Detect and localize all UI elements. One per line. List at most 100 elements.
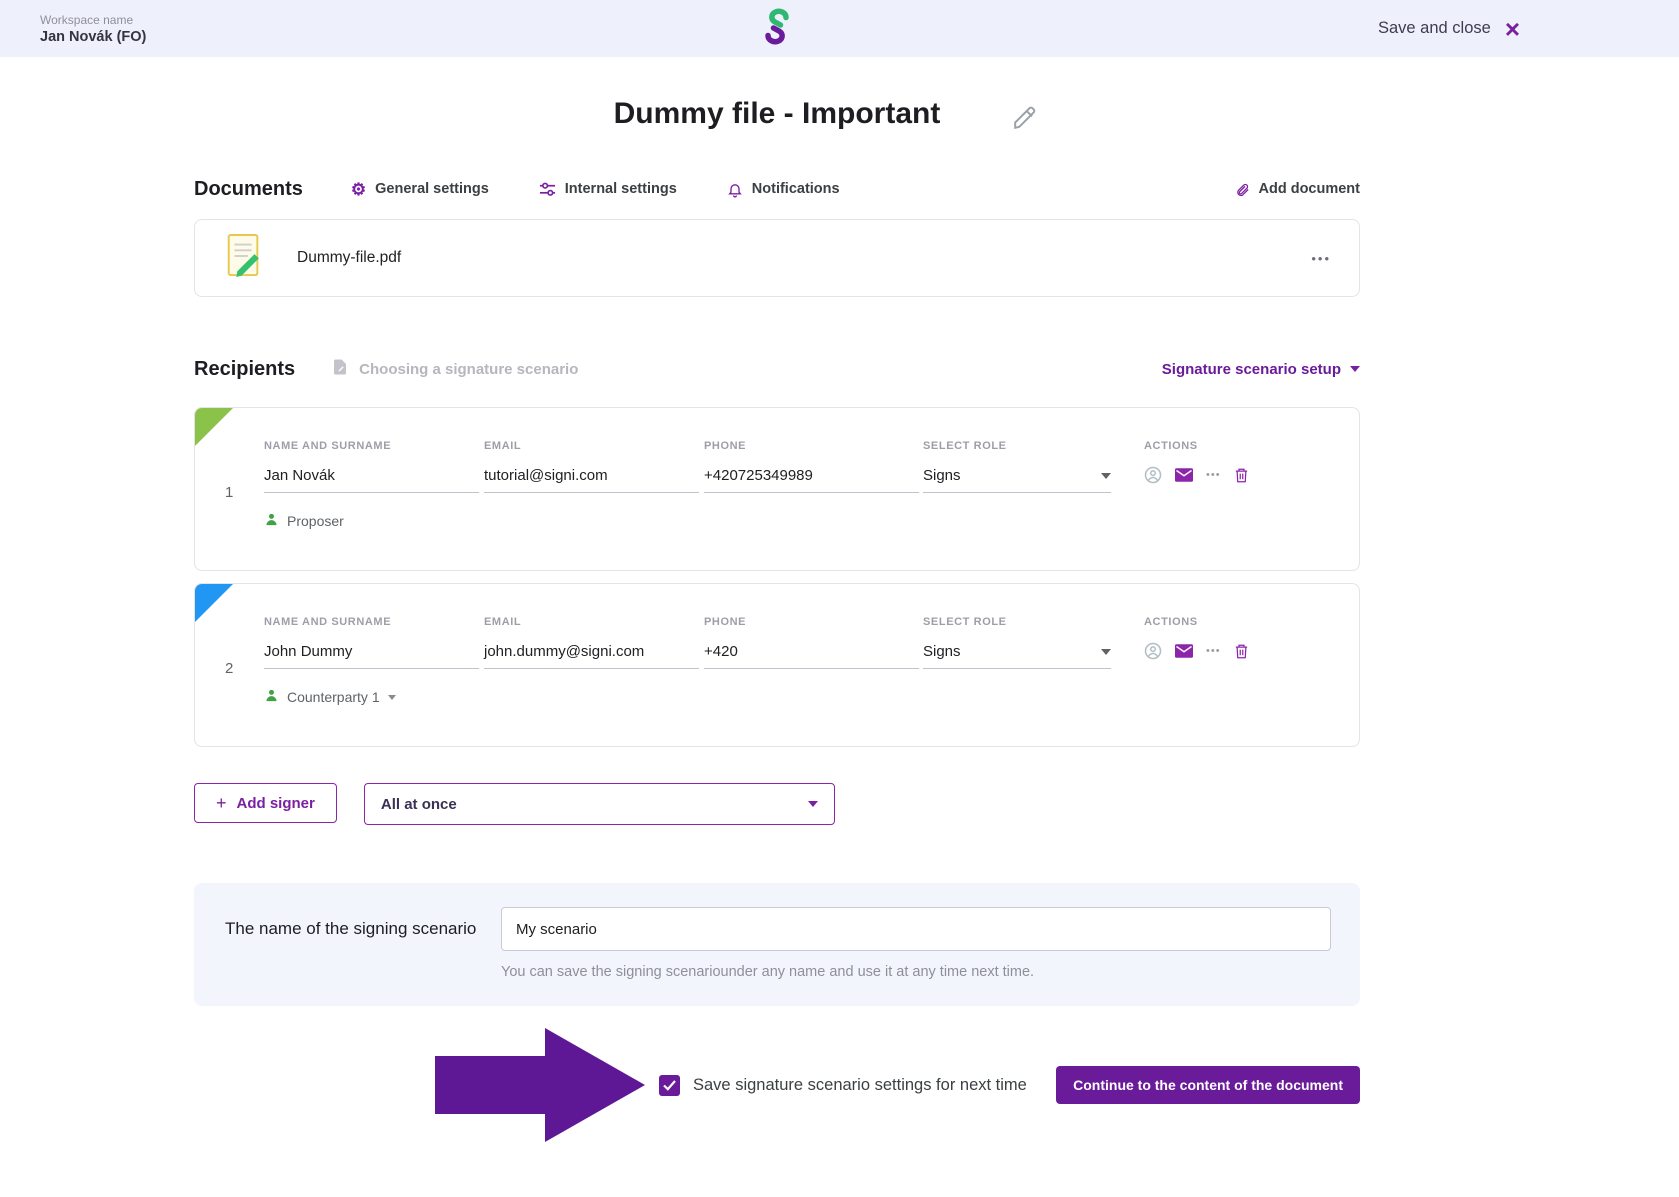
tab-internal-settings[interactable]: Internal settings <box>539 181 677 198</box>
recipients-toolbar: Recipients Choosing a signature scenario… <box>194 355 1360 383</box>
identity-verification-icon[interactable] <box>1144 642 1162 660</box>
name-input[interactable]: Jan Novák <box>264 467 479 493</box>
role-select-value: Signs <box>923 643 961 660</box>
title-row: Dummy file - Important <box>194 97 1360 145</box>
field-actions: ACTIONS ••• <box>1144 440 1359 493</box>
recipient-1-corner-flag <box>195 408 233 446</box>
more-actions-icon[interactable]: ••• <box>1206 469 1221 481</box>
add-signer-button[interactable]: + Add signer <box>194 783 337 823</box>
field-name: NAME AND SURNAME Jan Novák <box>264 440 484 493</box>
recipient-tag-label: Proposer <box>287 513 344 529</box>
scenario-helper-text: You can save the signing scenariounder a… <box>501 964 1035 980</box>
role-select[interactable]: Signs <box>923 467 1111 493</box>
save-and-close-button[interactable]: Save and close × <box>1378 16 1520 42</box>
bottom-row: Save signature scenario settings for nex… <box>194 1028 1360 1142</box>
close-icon[interactable]: × <box>1505 16 1520 42</box>
field-name: NAME AND SURNAME John Dummy <box>264 616 484 669</box>
recipient-number: 2 <box>225 660 234 677</box>
field-phone: PHONE +420 <box>704 616 923 669</box>
main-content: Dummy file - Important Documents ⚙ Gener… <box>194 97 1360 1142</box>
role-column-header: SELECT ROLE <box>923 616 1007 628</box>
workspace-label: Workspace name <box>40 12 134 27</box>
choosing-signature-scenario: Choosing a signature scenario <box>331 358 578 380</box>
recipient-fields: NAME AND SURNAME Jan Novák EMAIL tutoria… <box>264 440 1359 493</box>
chevron-down-icon[interactable] <box>387 694 396 700</box>
documents-heading: Documents <box>194 177 303 200</box>
edit-title-icon[interactable] <box>1012 105 1038 136</box>
signi-logo <box>763 8 791 49</box>
tab-notifications[interactable]: Notifications <box>727 181 840 198</box>
scenario-name-input[interactable] <box>501 907 1331 951</box>
name-input[interactable]: John Dummy <box>264 643 479 669</box>
recipient-tag-label: Counterparty 1 <box>287 689 380 705</box>
settings-tabs: ⚙ General settings Internal settings Not… <box>351 181 840 198</box>
scenario-name-label: The name of the signing scenario <box>225 919 477 938</box>
chevron-down-icon <box>1350 366 1360 372</box>
email-column-header: EMAIL <box>484 440 522 452</box>
recipient-2-corner-flag <box>195 584 233 622</box>
field-actions: ACTIONS ••• <box>1144 616 1359 669</box>
actions-column-header: ACTIONS <box>1144 440 1198 452</box>
mail-icon[interactable] <box>1175 644 1193 658</box>
chevron-down-icon <box>1101 472 1111 479</box>
add-signer-label: Add signer <box>236 794 315 812</box>
save-scenario-checkbox[interactable] <box>659 1074 680 1096</box>
bell-icon <box>727 181 743 198</box>
trash-icon[interactable] <box>1234 467 1249 484</box>
recipient-role-tag: Proposer <box>264 512 1359 530</box>
actions-icons: ••• <box>1144 466 1359 484</box>
actions-column-header: ACTIONS <box>1144 616 1198 628</box>
add-document-button[interactable]: Add document <box>1235 181 1361 198</box>
identity-verification-icon[interactable] <box>1144 466 1162 484</box>
signature-scenario-setup[interactable]: Signature scenario setup <box>1162 361 1360 378</box>
save-scenario-checkbox-label: Save signature scenario settings for nex… <box>693 1075 1027 1094</box>
role-select-value: Signs <box>923 467 961 484</box>
phone-column-header: PHONE <box>704 440 747 452</box>
document-card: Dummy-file.pdf ••• <box>194 219 1360 297</box>
name-column-header: NAME AND SURNAME <box>264 616 392 628</box>
plus-icon: + <box>216 792 227 813</box>
recipient-number: 1 <box>225 484 234 501</box>
chevron-down-icon <box>1101 648 1111 655</box>
role-select[interactable]: Signs <box>923 643 1111 669</box>
actions-icons: ••• <box>1144 642 1359 660</box>
scenario-name-controls: You can save the signing scenariounder a… <box>501 907 1331 980</box>
field-email: EMAIL tutorial@signi.com <box>484 440 704 493</box>
mail-icon[interactable] <box>1175 468 1193 482</box>
signing-order-value: All at once <box>380 795 457 813</box>
add-document-label: Add document <box>1258 181 1361 197</box>
recipient-fields: NAME AND SURNAME John Dummy EMAIL john.d… <box>264 616 1359 669</box>
document-menu-icon[interactable]: ••• <box>1311 251 1331 266</box>
paperclip-icon <box>1235 181 1250 198</box>
phone-input[interactable]: +420 <box>704 643 919 669</box>
recipient-card-1: 1 NAME AND SURNAME Jan Novák EMAIL tutor… <box>194 407 1360 571</box>
recipient-role-tag[interactable]: Counterparty 1 <box>264 688 1359 706</box>
signing-order-select[interactable]: All at once <box>363 783 835 825</box>
name-column-header: NAME AND SURNAME <box>264 440 392 452</box>
field-role: SELECT ROLE Signs <box>923 616 1144 669</box>
scenario-doc-icon <box>331 358 349 380</box>
person-icon <box>264 688 279 706</box>
scenario-name-panel: The name of the signing scenario You can… <box>194 883 1360 1006</box>
workspace-user: Jan Novák (FO) <box>40 28 147 45</box>
email-column-header: EMAIL <box>484 616 522 628</box>
field-phone: PHONE +420725349989 <box>704 440 923 493</box>
annotation-arrow <box>435 1028 645 1142</box>
email-input[interactable]: tutorial@signi.com <box>484 467 699 493</box>
more-actions-icon[interactable]: ••• <box>1206 645 1221 657</box>
continue-button[interactable]: Continue to the content of the document <box>1056 1066 1360 1104</box>
email-input[interactable]: john.dummy@signi.com <box>484 643 699 669</box>
trash-icon[interactable] <box>1234 643 1249 660</box>
save-and-close-label: Save and close <box>1377 19 1491 37</box>
signature-scenario-setup-label: Signature scenario setup <box>1161 360 1341 378</box>
field-role: SELECT ROLE Signs <box>923 440 1144 493</box>
phone-input[interactable]: +420725349989 <box>704 467 919 493</box>
document-file-name: Dummy-file.pdf <box>297 249 402 266</box>
tab-general-settings[interactable]: ⚙ General settings <box>351 181 489 198</box>
signer-controls: + Add signer All at once <box>194 783 1360 825</box>
recipients-heading: Recipients <box>194 357 296 380</box>
tab-notifications-label: Notifications <box>751 181 840 197</box>
documents-toolbar: Documents ⚙ General settings Internal se… <box>194 175 1360 203</box>
role-column-header: SELECT ROLE <box>923 440 1007 452</box>
field-email: EMAIL john.dummy@signi.com <box>484 616 704 669</box>
